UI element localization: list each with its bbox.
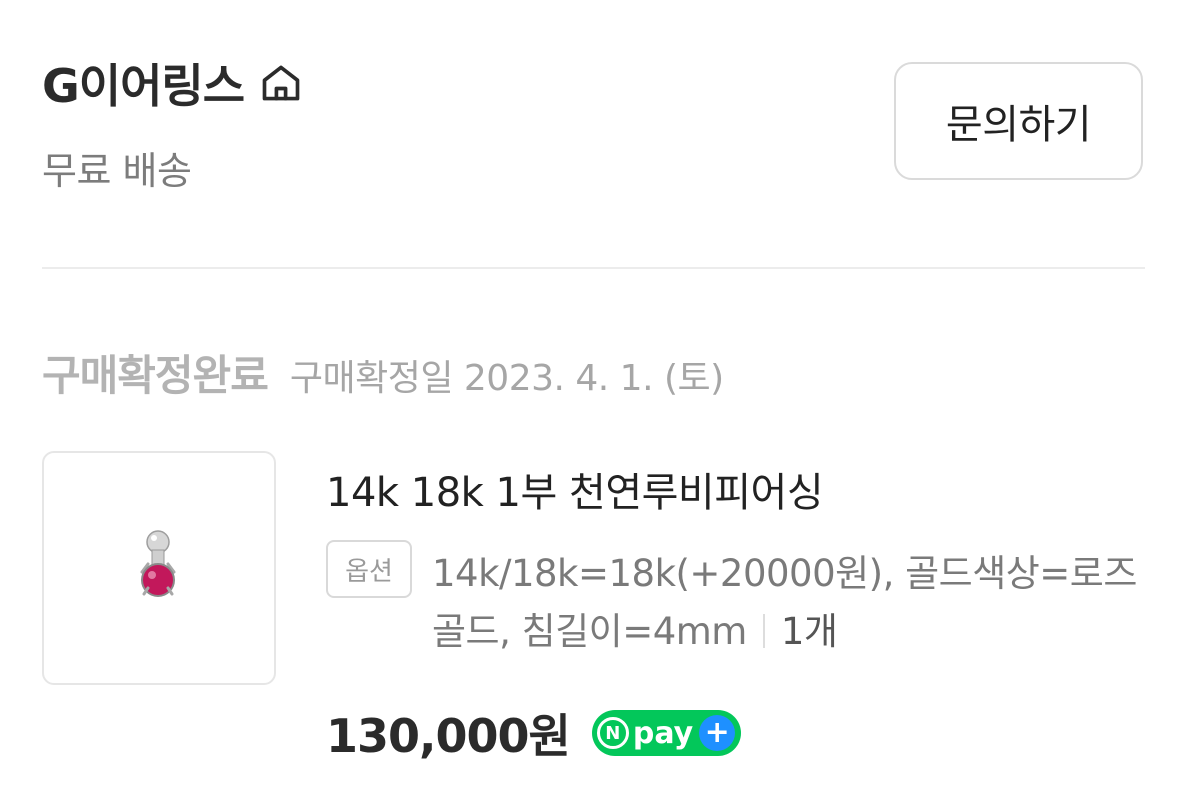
quantity: 1개 <box>780 610 838 653</box>
purchase-confirm-date: 구매확정일 2023. 4. 1. (토) <box>289 358 724 399</box>
npay-text: pay <box>632 715 694 751</box>
separator <box>762 614 765 648</box>
order-detail-page: G이어링스 무료 배송 문의하기 구매확정완료 구매확정일 2023. 4. 1… <box>0 0 1200 812</box>
price: 130,000원 <box>326 709 571 763</box>
home-icon[interactable] <box>256 58 306 108</box>
price-row: 130,000원 N pay + <box>326 700 742 766</box>
product-image[interactable] <box>42 451 276 685</box>
ruby-earring-image <box>140 530 176 597</box>
store-name[interactable]: G이어링스 <box>42 50 245 116</box>
shipping-info: 무료 배송 <box>42 149 192 193</box>
product-title[interactable]: 14k 18k 1부 천연루비피어싱 <box>326 460 824 518</box>
divider <box>42 267 1145 269</box>
order-status: 구매확정완료 <box>42 351 269 400</box>
inquiry-button[interactable]: 문의하기 <box>894 62 1143 180</box>
store-header: G이어링스 <box>42 50 306 116</box>
option-badge: 옵션 <box>326 540 412 598</box>
npay-plus-badge: N pay + <box>591 710 742 756</box>
option-details: 14k/18k=18k(+20000원), 골드색상=로즈골드, 침길이=4mm… <box>432 545 1152 661</box>
npay-n-icon: N <box>596 717 629 749</box>
order-status-row: 구매확정완료 구매확정일 2023. 4. 1. (토) <box>42 342 724 403</box>
plus-icon: + <box>699 715 736 751</box>
